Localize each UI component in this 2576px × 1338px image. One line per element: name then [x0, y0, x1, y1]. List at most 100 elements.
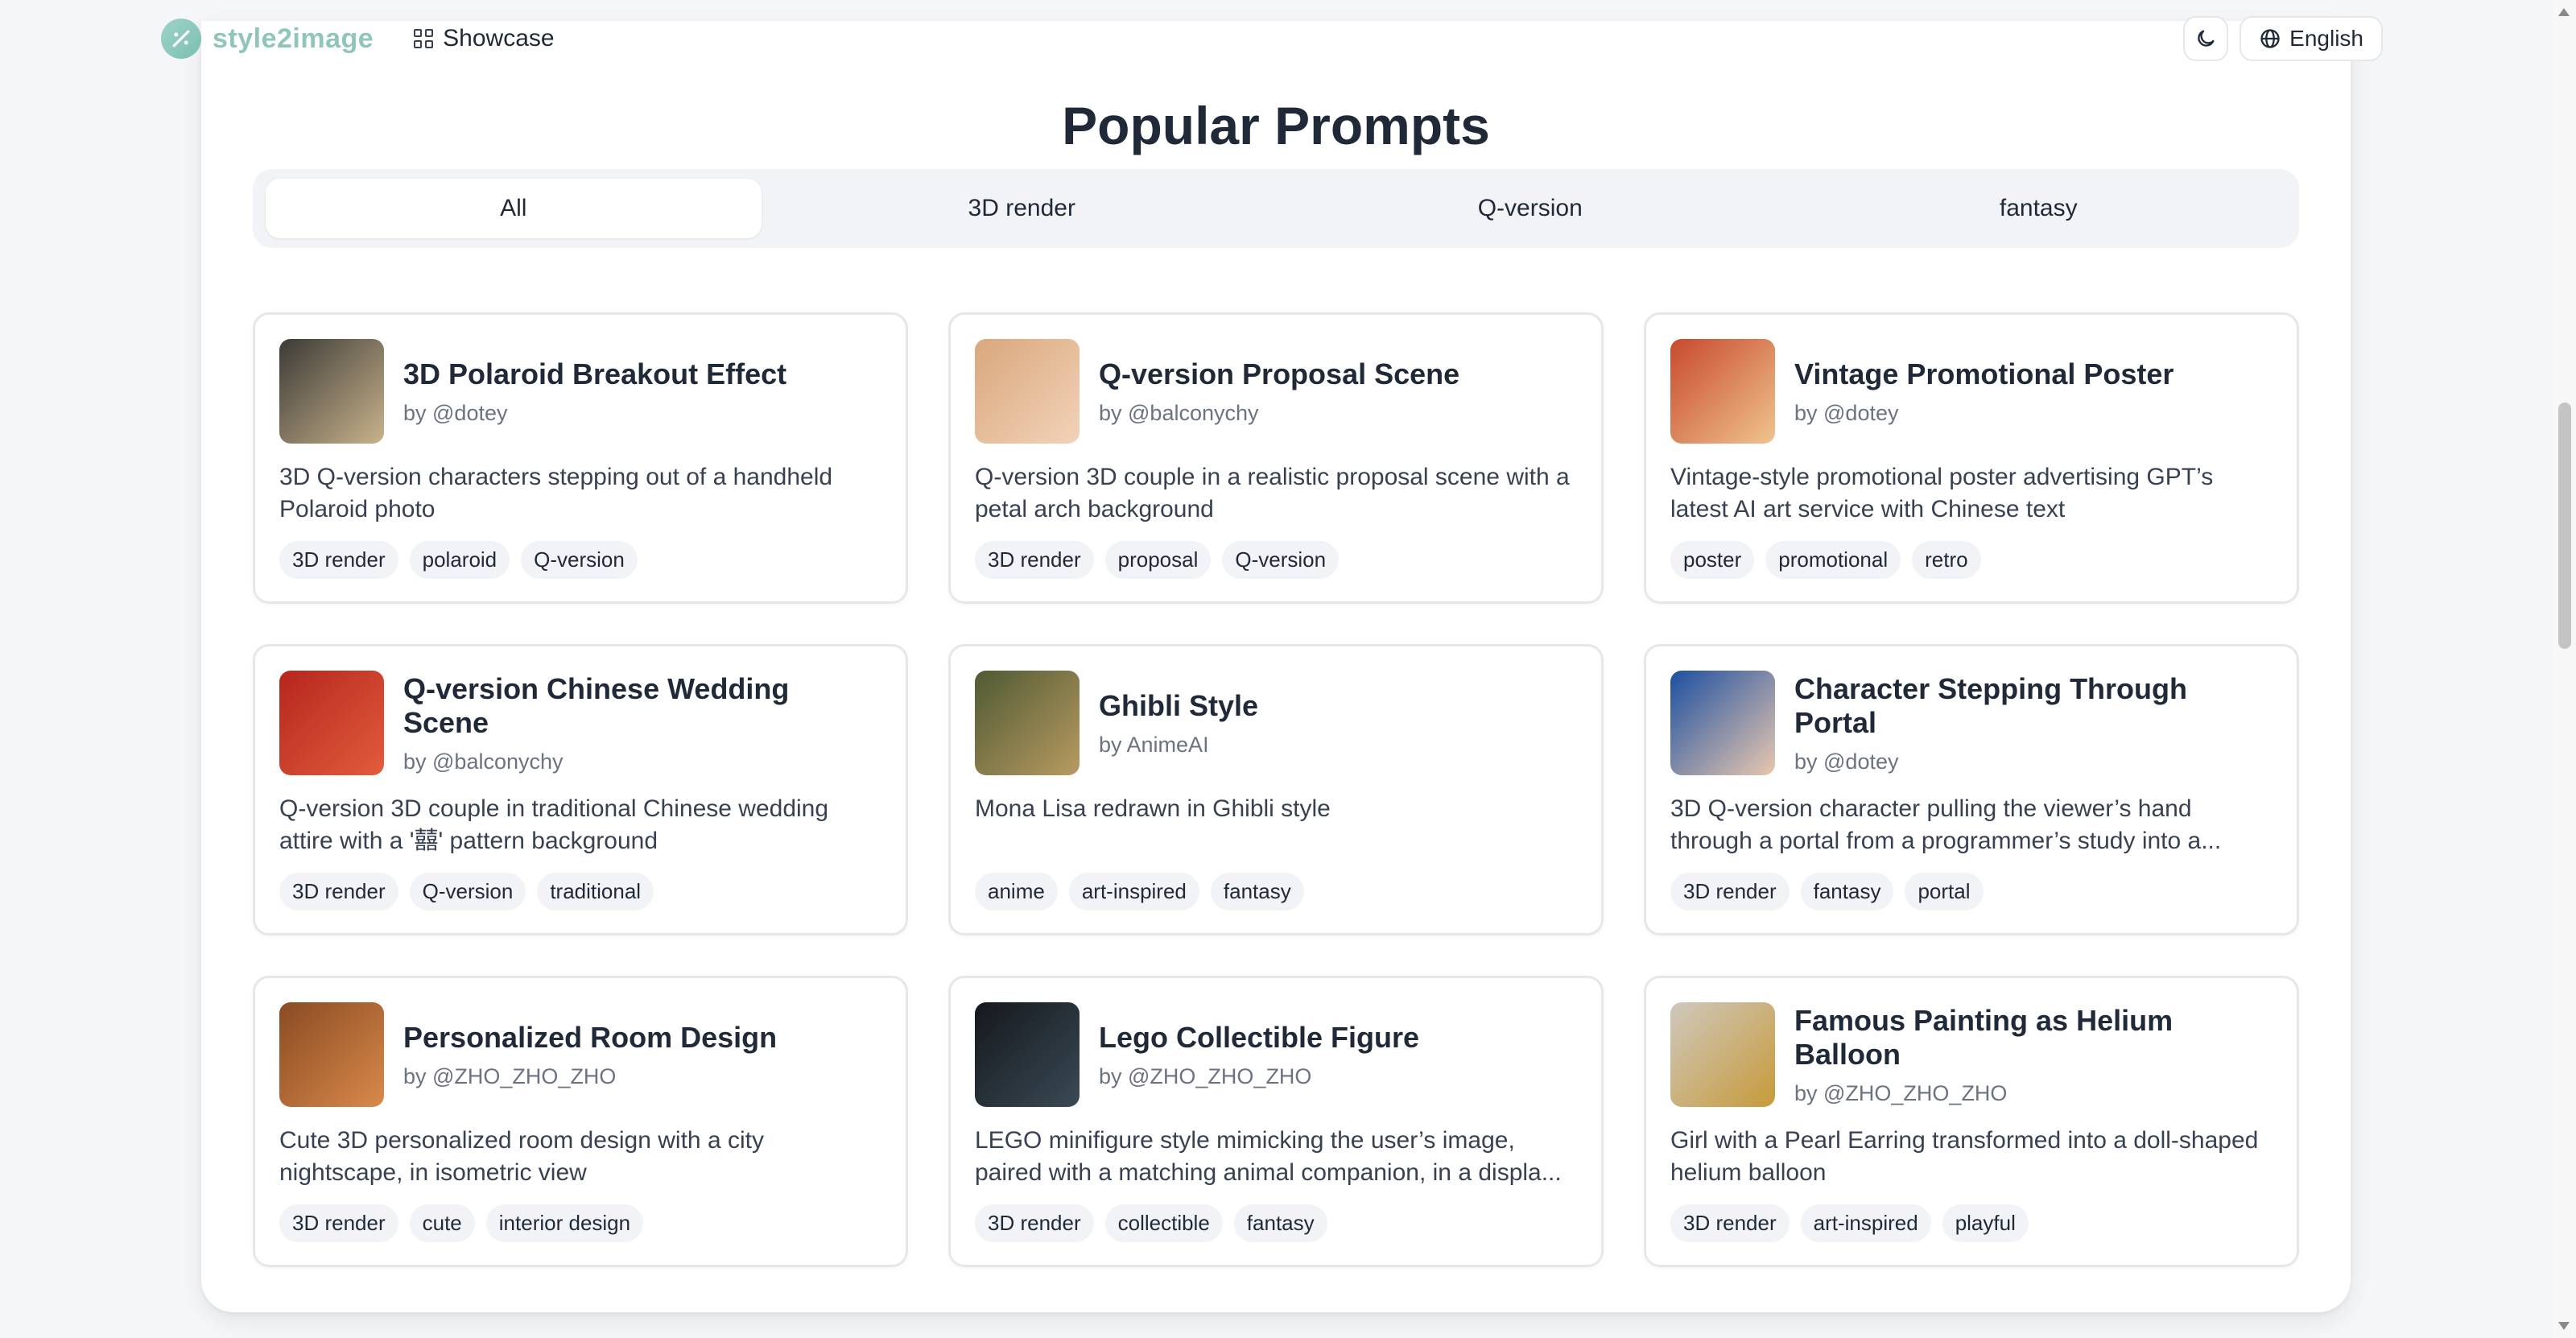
tag-chip[interactable]: fantasy	[1210, 873, 1304, 911]
tag-chip[interactable]: 3D render	[975, 1204, 1094, 1242]
header-controls: English	[2183, 16, 2383, 61]
scrollbar[interactable]	[2553, 0, 2576, 1338]
moon-icon	[2198, 30, 2215, 47]
card-header: Ghibli Style by AnimeAI	[975, 671, 1577, 775]
card-author: by @ZHO_ZHO_ZHO	[1794, 1080, 2008, 1105]
card-meta: Ghibli Style by AnimeAI	[1099, 689, 1258, 758]
nav-showcase[interactable]: Showcase	[414, 25, 555, 52]
card-meta: Vintage Promotional Poster by @dotey	[1794, 357, 2174, 426]
tag-chip[interactable]: collectible	[1104, 1204, 1223, 1242]
card-thumbnail	[975, 671, 1080, 775]
card-author: by @dotey	[1794, 749, 1899, 774]
scrollbar-thumb[interactable]	[2558, 403, 2571, 649]
tag-chip[interactable]: 3D render	[279, 1204, 398, 1242]
card-author: by @dotey	[403, 400, 508, 425]
tag-chip[interactable]: traditional	[537, 873, 654, 911]
tag-chip[interactable]: fantasy	[1800, 873, 1894, 911]
tag-chip[interactable]: interior design	[485, 1204, 644, 1242]
card-title: Q-version Proposal Scene	[1099, 357, 1460, 390]
card-description: Q-version 3D couple in a realistic propo…	[975, 464, 1570, 522]
prompt-card[interactable]: Lego Collectible Figure by @ZHO_ZHO_ZHO LE…	[948, 976, 1604, 1267]
language-label: English	[2289, 26, 2363, 51]
card-title: 3D Polaroid Breakout Effect	[403, 357, 787, 390]
card-title: Character Stepping Through Portal	[1794, 671, 2188, 739]
category-tabs: All 3D render Q-version fantasy	[253, 169, 2299, 248]
card-header: Vintage Promotional Poster by @dotey	[1670, 339, 2273, 444]
card-description: Cute 3D personalized room design with a …	[279, 1127, 764, 1186]
tag-chip[interactable]: 3D render	[1670, 873, 1790, 911]
tag-chip[interactable]: cute	[409, 1204, 475, 1242]
tag-chip[interactable]: promotional	[1765, 541, 1901, 579]
card-thumbnail	[1670, 339, 1775, 444]
tag-chip[interactable]: 3D render	[1670, 1204, 1790, 1242]
card-tags: 3D render cute interior design	[279, 1204, 644, 1242]
card-thumbnail	[279, 339, 384, 444]
logo-icon[interactable]	[161, 19, 201, 59]
card-author: by AnimeAI	[1099, 732, 1209, 757]
card-title: Ghibli Style	[1099, 688, 1259, 722]
prompt-card[interactable]: Character Stepping Through Portal by @dot…	[1644, 644, 2299, 935]
tag-chip[interactable]: poster	[1670, 541, 1755, 579]
card-thumbnail	[279, 1002, 384, 1107]
prompt-card[interactable]: Q-version Proposal Scene by @balconychy Q-…	[948, 312, 1604, 604]
card-description: LEGO minifigure style mimicking the user…	[975, 1127, 1562, 1186]
card-description: Mona Lisa redrawn in Ghibli style	[975, 795, 1331, 822]
tab-3d-render[interactable]: 3D render	[774, 179, 1270, 238]
tag-chip[interactable]: retro	[1912, 541, 1981, 579]
prompt-card[interactable]: Q-version Chinese Wedding Scene by @balco…	[253, 644, 908, 935]
language-button[interactable]: English	[2240, 16, 2383, 61]
card-meta: Character Stepping Through Portal by @dot…	[1794, 672, 2273, 774]
tag-chip[interactable]: portal	[1905, 873, 1984, 911]
card-author: by @balconychy	[403, 749, 564, 774]
card-description: Girl with a Pearl Earring transformed in…	[1670, 1127, 2259, 1186]
card-tags: anime art-inspired fantasy	[975, 873, 1304, 911]
tag-chip[interactable]: 3D render	[975, 541, 1094, 579]
tab-q-version[interactable]: Q-version	[1282, 179, 1778, 238]
card-tags: 3D render proposal Q-version	[975, 541, 1340, 579]
tag-chip[interactable]: Q-version	[409, 873, 526, 911]
prompt-card[interactable]: Famous Painting as Helium Balloon by @ZHO…	[1644, 976, 2299, 1267]
card-tags: 3D render collectible fantasy	[975, 1204, 1327, 1242]
globe-icon	[2260, 29, 2280, 48]
tab-all[interactable]: All	[266, 179, 762, 238]
card-tags: 3D render fantasy portal	[1670, 873, 1984, 911]
top-navbar: style2image Showcase English	[161, 16, 2383, 61]
card-tags: poster promotional retro	[1670, 541, 1981, 579]
prompt-card[interactable]: 3D Polaroid Breakout Effect by @dotey 3D Q…	[253, 312, 908, 604]
card-tags: 3D render art-inspired playful	[1670, 1204, 2029, 1242]
scroll-down-arrow-icon[interactable]	[2558, 1322, 2570, 1330]
prompt-card[interactable]: Vintage Promotional Poster by @dotey Vinta…	[1644, 312, 2299, 604]
card-title: Vintage Promotional Poster	[1794, 357, 2174, 390]
tag-chip[interactable]: polaroid	[409, 541, 510, 579]
section-title: Popular Prompts	[1062, 96, 1490, 155]
theme-toggle-button[interactable]	[2183, 16, 2229, 61]
tag-chip[interactable]: Q-version	[1222, 541, 1340, 579]
card-header: Personalized Room Design by @ZHO_ZHO_ZHO	[279, 1002, 881, 1107]
card-meta: Lego Collectible Figure by @ZHO_ZHO_ZHO	[1099, 1021, 1419, 1089]
card-title: Lego Collectible Figure	[1099, 1020, 1420, 1054]
prompt-card[interactable]: Personalized Room Design by @ZHO_ZHO_ZHO C…	[253, 976, 908, 1267]
tag-chip[interactable]: anime	[975, 873, 1058, 911]
card-author: by @ZHO_ZHO_ZHO	[403, 1063, 617, 1088]
tag-chip[interactable]: 3D render	[279, 541, 398, 579]
tag-chip[interactable]: 3D render	[279, 873, 398, 911]
prompts-panel: Popular Prompts All 3D render Q-version …	[201, 21, 2351, 1312]
card-tags: 3D render polaroid Q-version	[279, 541, 638, 579]
card-meta: Famous Painting as Helium Balloon by @ZHO…	[1794, 1004, 2273, 1106]
card-tags: 3D render Q-version traditional	[279, 873, 654, 911]
tag-chip[interactable]: fantasy	[1233, 1204, 1327, 1242]
card-meta: Personalized Room Design by @ZHO_ZHO_ZHO	[403, 1021, 777, 1089]
tag-chip[interactable]: art-inspired	[1068, 873, 1199, 911]
prompt-card[interactable]: Ghibli Style by AnimeAI Mona Lisa redrawn …	[948, 644, 1604, 935]
card-author: by @dotey	[1794, 400, 1899, 425]
scroll-up-arrow-icon[interactable]	[2558, 8, 2570, 16]
tag-chip[interactable]: playful	[1942, 1204, 2029, 1242]
tab-fantasy[interactable]: fantasy	[1791, 179, 2287, 238]
brand-name[interactable]: style2image	[213, 23, 374, 55]
tag-chip[interactable]: art-inspired	[1800, 1204, 1931, 1242]
card-thumbnail	[975, 339, 1080, 444]
tag-chip[interactable]: Q-version	[521, 541, 638, 579]
tag-chip[interactable]: proposal	[1104, 541, 1212, 579]
card-thumbnail	[975, 1002, 1080, 1107]
card-header: 3D Polaroid Breakout Effect by @dotey	[279, 339, 881, 444]
